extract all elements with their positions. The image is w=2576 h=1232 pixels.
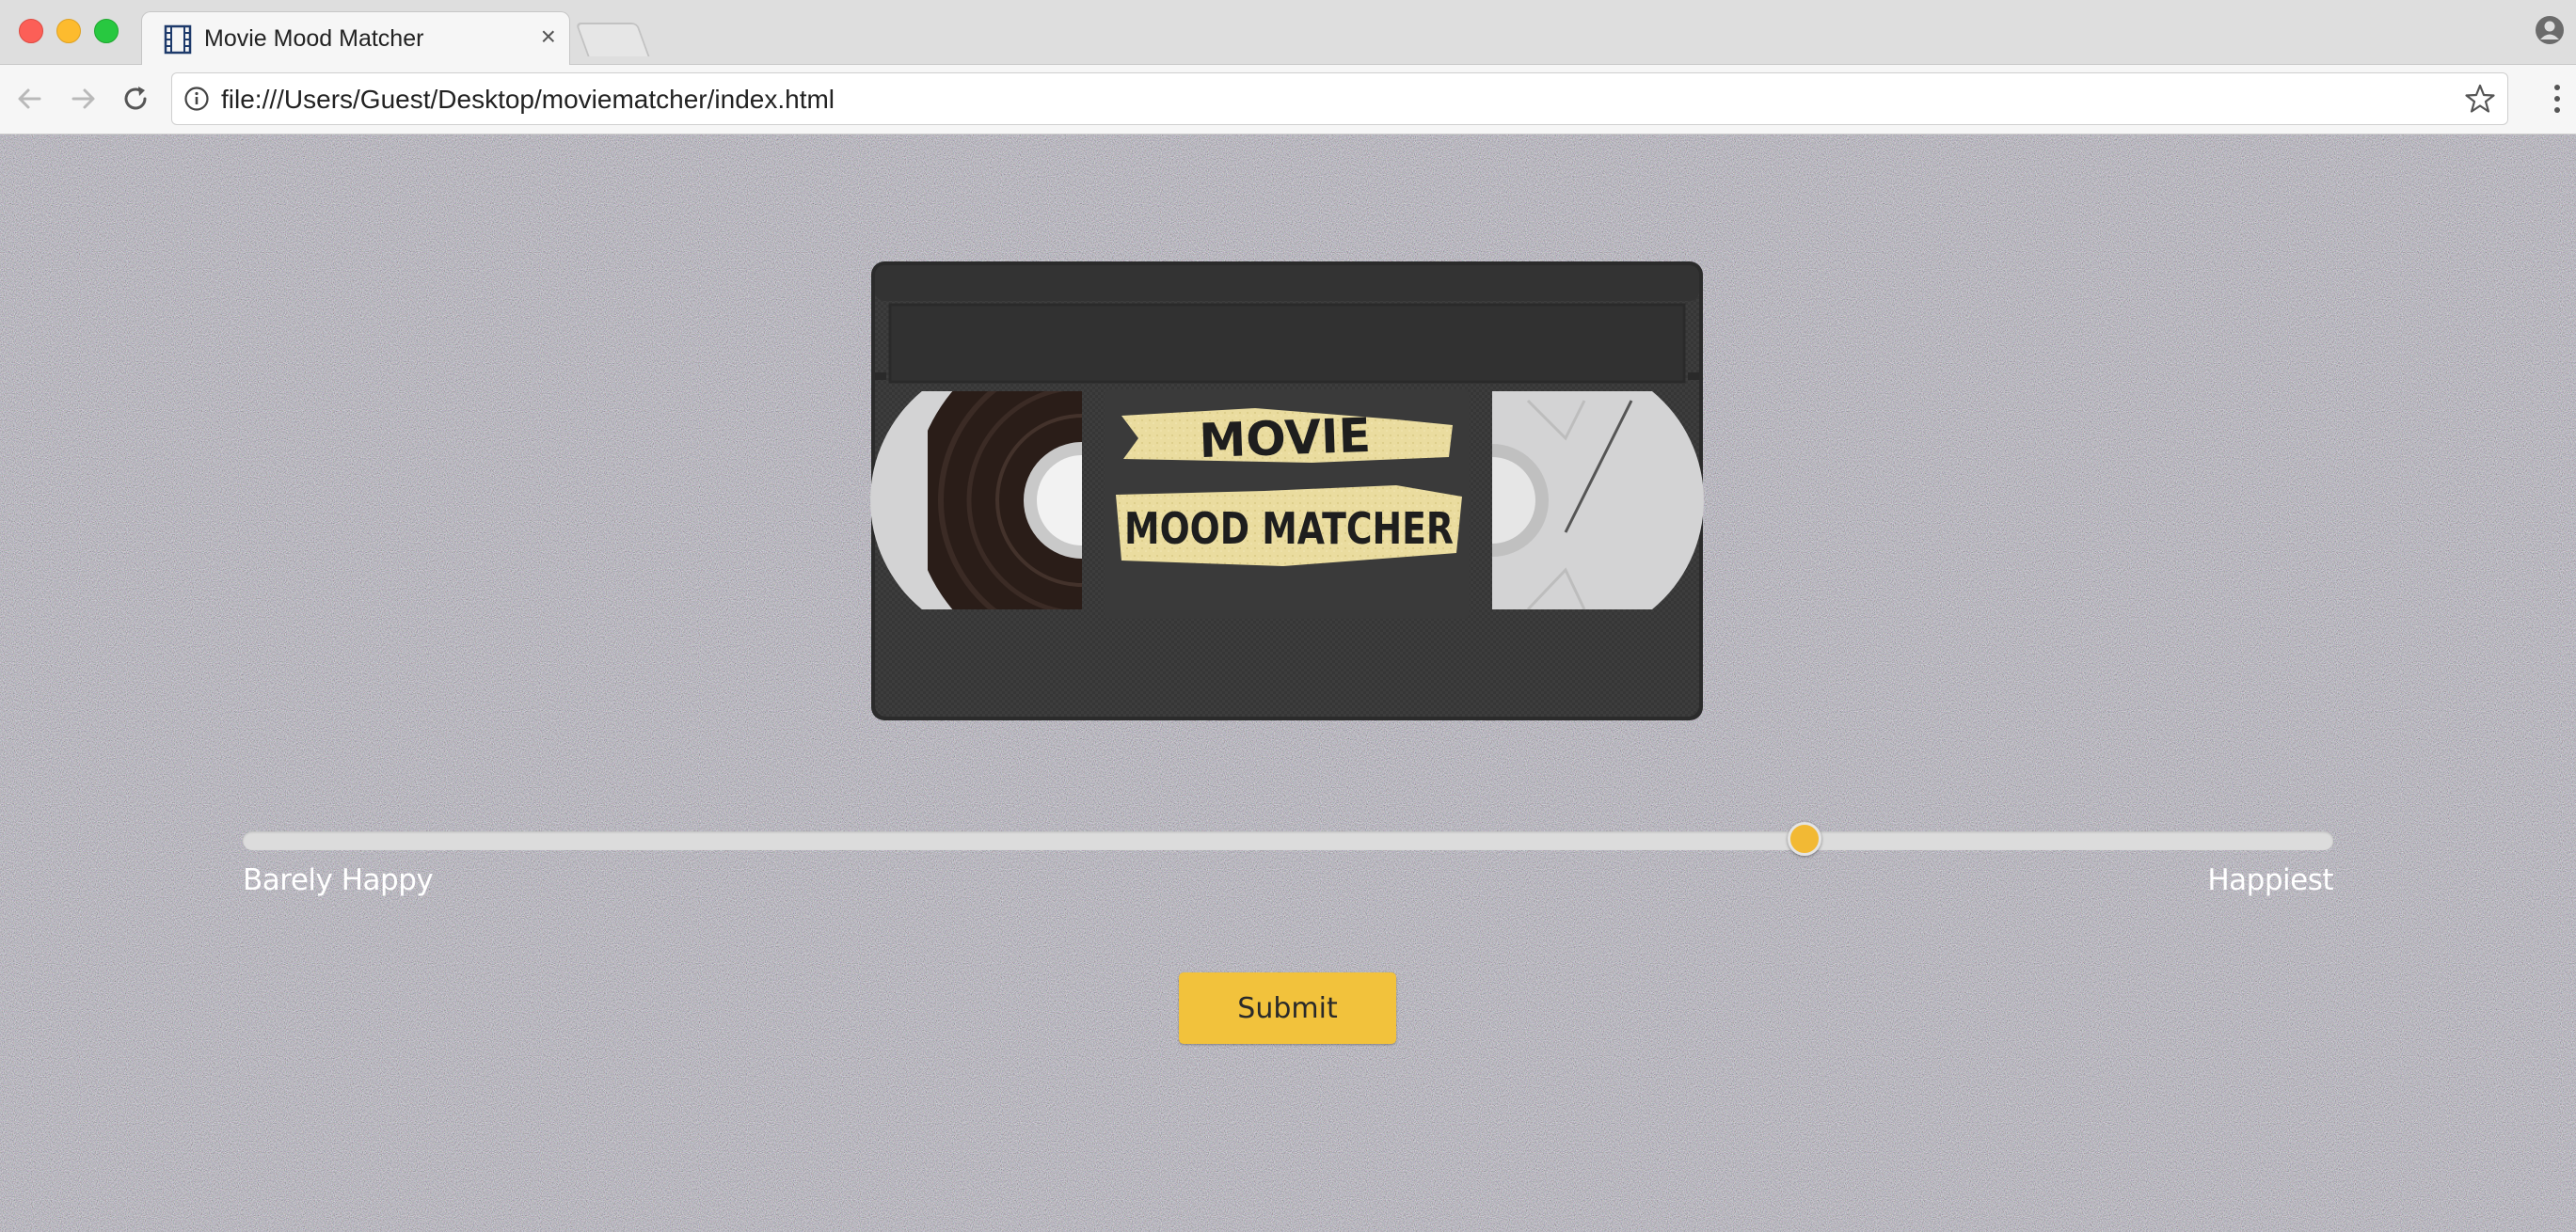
browser-toolbar: file:///Users/Guest/Desktop/moviematcher…: [0, 65, 2576, 134]
new-tab-button[interactable]: [575, 23, 650, 56]
forward-arrow-icon[interactable]: [66, 82, 100, 116]
slider-min-label: Barely Happy: [243, 863, 434, 897]
submit-button[interactable]: Submit: [1179, 972, 1396, 1044]
info-icon[interactable]: [183, 86, 210, 112]
slider-max-label: Happiest: [2207, 863, 2333, 897]
reload-icon[interactable]: [119, 82, 152, 116]
mood-slider-thumb[interactable]: [1787, 822, 1821, 856]
close-window-button[interactable]: [19, 19, 43, 43]
browser-tab-active[interactable]: Movie Mood Matcher ×: [141, 11, 570, 65]
bookmark-star-icon[interactable]: [2464, 83, 2496, 115]
browser-menu-icon[interactable]: [2552, 80, 2563, 118]
address-bar[interactable]: file:///Users/Guest/Desktop/moviematcher…: [171, 72, 2508, 125]
url-text[interactable]: file:///Users/Guest/Desktop/moviematcher…: [221, 85, 835, 115]
vhs-cassette-logo: MOVIE MOOD MATCHER: [870, 261, 1704, 720]
back-arrow-icon[interactable]: [13, 82, 47, 116]
tab-title: Movie Mood Matcher: [204, 25, 424, 52]
browser-titlebar: Movie Mood Matcher ×: [0, 0, 2576, 65]
minimize-window-button[interactable]: [56, 19, 81, 43]
cassette-label-line2: MOOD MATCHER: [1124, 503, 1454, 554]
profile-icon[interactable]: [2535, 15, 2565, 45]
maximize-window-button[interactable]: [94, 19, 119, 43]
page-background: MOVIE MOOD MATCHER Barely Happy Happiest…: [0, 134, 2576, 1232]
film-icon: [164, 24, 192, 55]
tab-close-icon[interactable]: ×: [541, 24, 556, 50]
cassette-label-line1: MOVIE: [1199, 408, 1372, 468]
mood-slider-track[interactable]: [243, 822, 2333, 856]
